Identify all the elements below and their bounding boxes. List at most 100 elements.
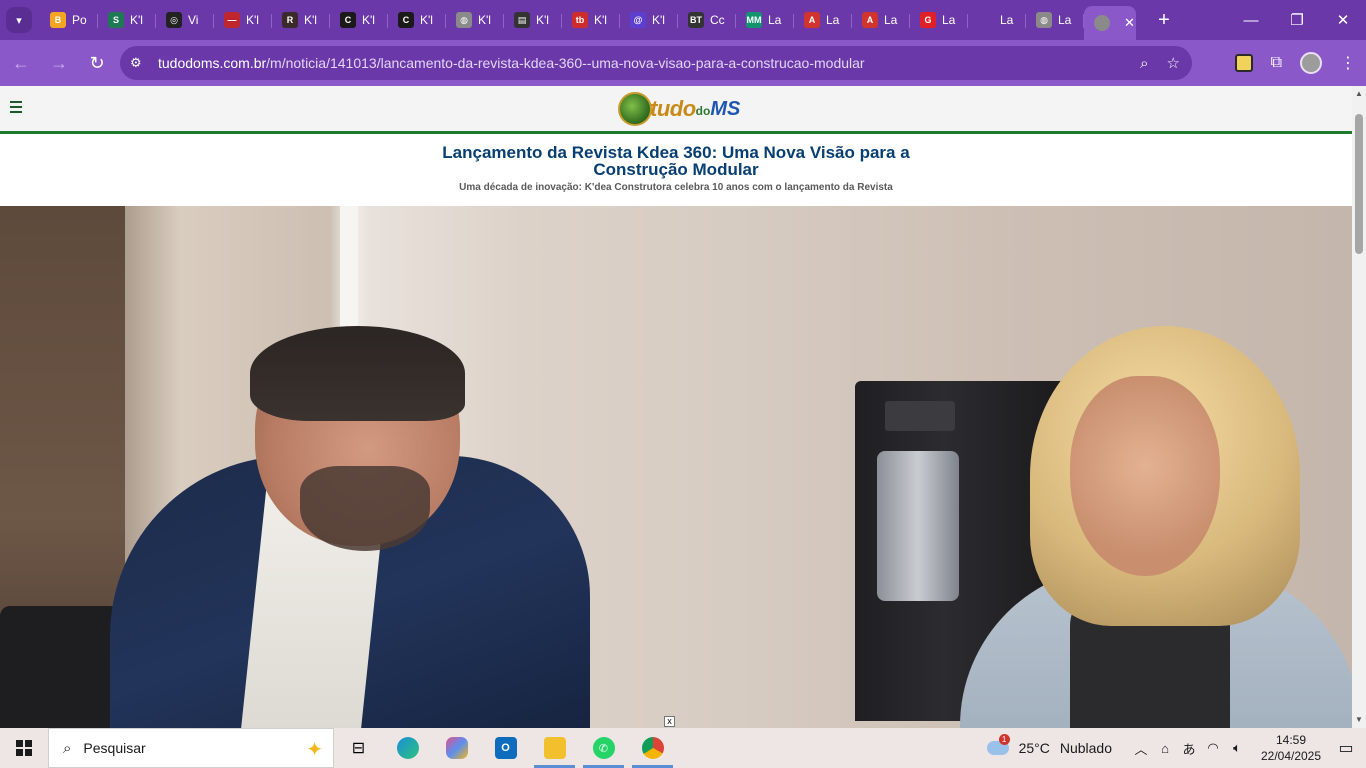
article-header: Lançamento da Revista Kdea 360: Uma Nova…	[0, 134, 1352, 206]
tab[interactable]: — K'l	[214, 4, 272, 36]
logo-text-do: do	[695, 104, 711, 118]
hamburger-menu-icon[interactable]	[10, 101, 22, 116]
photo-man-hair	[250, 326, 465, 421]
task-view-icon[interactable]: ⊟	[334, 728, 383, 768]
wifi-icon[interactable]: ◠	[1202, 740, 1224, 756]
new-tab-button[interactable]: +	[1150, 9, 1178, 32]
tab-close-icon[interactable]: ✕	[1124, 15, 1135, 31]
start-button[interactable]	[0, 728, 48, 768]
scroll-down-icon[interactable]: ▼	[1355, 716, 1363, 724]
site-logo[interactable]: tudo do MS	[618, 90, 750, 128]
address-bar[interactable]: ⚙ tudodoms.com.br/m/noticia/141013/lanca…	[120, 46, 1192, 80]
file-explorer-icon[interactable]	[530, 728, 579, 768]
page-scrollbar[interactable]: ▲ ▼	[1352, 86, 1366, 728]
taskbar: ⌕ Pesquisar ✦ ⊟ O ✆ 1 25°C Nublado ︿ ⌂ あ…	[0, 728, 1366, 768]
input-language-icon[interactable]: あ	[1178, 739, 1200, 758]
weather-widget[interactable]: 1 25°C Nublado	[986, 734, 1112, 756]
page-viewport: tudo do MS Lançamento da Revista Kdea 36…	[0, 86, 1352, 728]
tab[interactable]: G La	[910, 4, 968, 36]
maximize-button[interactable]: ❐	[1274, 0, 1320, 40]
tab[interactable]: ◍ K'l	[446, 4, 504, 36]
tab-favicon-icon: tb	[572, 12, 588, 28]
tab-search-icon[interactable]: ▾	[6, 7, 32, 33]
tab[interactable]: C K'l	[330, 4, 388, 36]
tab-favicon-icon: MM	[746, 12, 762, 28]
tab-title: La	[1000, 13, 1014, 27]
site-header: tudo do MS	[0, 86, 1352, 134]
bookmark-star-icon[interactable]: ☆	[1167, 54, 1180, 72]
active-tab-favicon-icon	[1094, 15, 1110, 31]
tab-favicon-icon: G	[920, 12, 936, 28]
tab[interactable]: BT Cc	[678, 4, 736, 36]
ad-close-button[interactable]: x	[664, 716, 675, 727]
outlook-icon[interactable]: O	[481, 728, 530, 768]
notification-icon[interactable]: ▭	[1326, 738, 1366, 758]
scrollbar-thumb[interactable]	[1355, 114, 1363, 254]
puzzle-icon[interactable]: ⧉	[1271, 54, 1282, 72]
tab-favicon-icon: ◍	[456, 12, 472, 28]
tab-title: K'l	[130, 13, 143, 27]
tab[interactable]: C K'l	[388, 4, 446, 36]
taskbar-search[interactable]: ⌕ Pesquisar ✦	[48, 728, 334, 768]
tab-favicon-icon: @	[630, 12, 646, 28]
tab-favicon-icon: ◍	[1036, 12, 1052, 28]
article-subtitle: Uma década de inovação: K'dea Construtor…	[459, 182, 893, 193]
tab[interactable]: A La	[852, 4, 910, 36]
copilot-icon[interactable]	[432, 728, 481, 768]
tab-title: Po	[72, 13, 87, 27]
profile-avatar[interactable]	[1300, 52, 1322, 74]
tab[interactable]: A La	[794, 4, 852, 36]
edge-icon[interactable]	[383, 728, 432, 768]
tab-favicon-icon: S	[108, 12, 124, 28]
tab-title: Cc	[710, 13, 725, 27]
site-info-icon[interactable]: ⚙	[130, 55, 150, 71]
tab[interactable]: MM La	[736, 4, 794, 36]
windows-logo-icon	[16, 740, 32, 756]
tab[interactable]: B Po	[40, 4, 98, 36]
tab[interactable]: S K'l	[98, 4, 156, 36]
tab-favicon-icon: A	[862, 12, 878, 28]
window-controls: — ❐ ✕	[1228, 0, 1366, 40]
zoom-icon[interactable]: ⌕	[1140, 55, 1148, 72]
url-host: tudodoms.com.br	[158, 55, 267, 71]
tab-favicon-icon: C	[398, 12, 414, 28]
browser-toolbar: ← → ↻ ⚙ tudodoms.com.br/m/noticia/141013…	[0, 40, 1366, 86]
tab[interactable]: ◍ La	[1026, 4, 1084, 36]
chevron-up-icon[interactable]: ︿	[1130, 739, 1152, 758]
tab-strip: ▾ B Po S K'l ◎ Vi — K'l R K'l C K'l C K'l ◍ K'l ▤ K'l tb K'…	[0, 0, 1366, 40]
chrome-icon[interactable]	[628, 728, 677, 768]
minimize-button[interactable]: —	[1228, 0, 1274, 40]
meet-icon[interactable]: ⌂	[1154, 741, 1176, 756]
tab-favicon-icon: ◎	[166, 12, 182, 28]
article-photo	[0, 206, 1352, 728]
reload-icon[interactable]: ↻	[80, 46, 114, 80]
scroll-up-icon[interactable]: ▲	[1355, 90, 1363, 98]
tab[interactable]: ◎ Vi	[156, 4, 214, 36]
tab-favicon-icon: —	[224, 12, 240, 28]
tab-favicon-icon: C	[340, 12, 356, 28]
tab-active[interactable]: ✕	[1084, 6, 1136, 40]
url-text[interactable]: tudodoms.com.br/m/noticia/141013/lancame…	[158, 55, 865, 71]
tab[interactable]: R K'l	[272, 4, 330, 36]
back-icon[interactable]: ←	[4, 46, 38, 80]
extension-icon[interactable]	[1234, 54, 1253, 72]
tab[interactable]: La	[968, 4, 1026, 36]
tab[interactable]: ▤ K'l	[504, 4, 562, 36]
tab-title: K'l	[536, 13, 549, 27]
clock[interactable]: 14:59 22/04/2025	[1256, 732, 1326, 764]
logo-text-tudo: tudo	[650, 96, 696, 121]
tab-title: La	[768, 13, 782, 27]
tab-title: K'l	[246, 13, 259, 27]
tab[interactable]: @ K'l	[620, 4, 678, 36]
tab[interactable]: tb K'l	[562, 4, 620, 36]
tab-favicon-icon: ▤	[514, 12, 530, 28]
whatsapp-icon[interactable]: ✆	[579, 728, 628, 768]
close-window-button[interactable]: ✕	[1320, 0, 1366, 40]
tab-title: K'l	[652, 13, 665, 27]
weather-temp: 25°C	[1018, 740, 1050, 756]
menu-kebab-icon[interactable]: ⋮	[1340, 53, 1356, 73]
volume-icon[interactable]: 🔈︎	[1226, 740, 1248, 756]
forward-icon[interactable]: →	[42, 46, 76, 80]
photo-chair	[0, 606, 120, 728]
tab-title: K'l	[478, 13, 491, 27]
